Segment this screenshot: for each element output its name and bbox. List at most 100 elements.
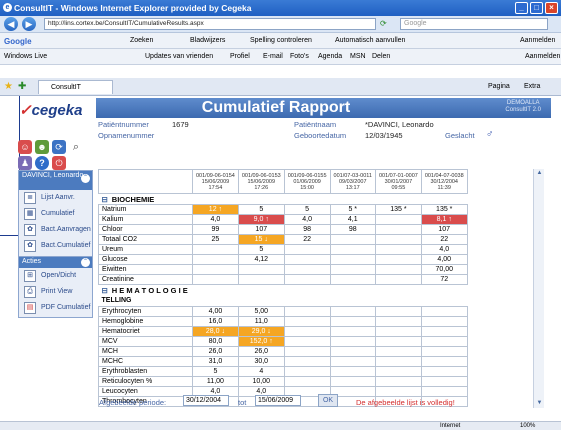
column-header[interactable]: 001/04-07-0038 30/12/2004 11:39 bbox=[420, 169, 468, 194]
user-settings-icon[interactable]: ♟ bbox=[18, 156, 32, 170]
result-cell[interactable] bbox=[420, 376, 468, 387]
result-cell[interactable] bbox=[237, 274, 285, 285]
result-cell[interactable] bbox=[329, 244, 376, 255]
result-cell[interactable] bbox=[374, 224, 422, 235]
result-cell[interactable] bbox=[192, 274, 239, 285]
nav-lijst-aanvr[interactable]: ≣ Lijst Aanvr. bbox=[19, 190, 92, 206]
result-cell[interactable]: 80,0 bbox=[192, 336, 239, 347]
google-bladwijzers[interactable]: Bladwijzers bbox=[190, 37, 225, 44]
result-cell[interactable] bbox=[374, 366, 422, 377]
result-cell[interactable] bbox=[329, 316, 376, 327]
result-cell[interactable] bbox=[374, 306, 422, 317]
result-cell[interactable]: 10,00 bbox=[237, 376, 285, 387]
result-cell[interactable]: 25 bbox=[192, 234, 239, 245]
favorites-star-icon[interactable]: ★ bbox=[4, 81, 13, 92]
result-cell[interactable]: 4,00 bbox=[420, 254, 468, 265]
maximize-button[interactable]: □ bbox=[530, 2, 543, 14]
result-cell[interactable]: 11,00 bbox=[192, 376, 239, 387]
result-cell[interactable] bbox=[283, 356, 331, 367]
scroll-up-icon[interactable]: ▲ bbox=[535, 169, 544, 178]
google-zoeken[interactable]: Zoeken bbox=[130, 37, 153, 44]
result-cell[interactable] bbox=[283, 326, 331, 337]
result-cell[interactable] bbox=[192, 264, 239, 275]
result-cell[interactable] bbox=[329, 356, 376, 367]
result-cell[interactable] bbox=[329, 326, 376, 337]
result-cell[interactable] bbox=[283, 306, 331, 317]
result-cell[interactable] bbox=[374, 326, 422, 337]
result-cell[interactable] bbox=[283, 346, 331, 357]
result-cell[interactable]: 72 bbox=[420, 274, 468, 285]
live-email[interactable]: E-mail bbox=[263, 53, 283, 60]
live-agenda[interactable]: Agenda bbox=[318, 53, 342, 60]
result-cell[interactable]: 22 bbox=[283, 234, 331, 245]
result-cell[interactable] bbox=[374, 244, 422, 255]
exit-icon[interactable]: ⏻ bbox=[52, 156, 66, 170]
result-cell[interactable]: 4 bbox=[237, 366, 285, 377]
magnifier-icon[interactable]: ⌕ bbox=[69, 140, 83, 154]
result-cell[interactable] bbox=[283, 366, 331, 377]
result-cell[interactable] bbox=[192, 244, 239, 255]
result-cell[interactable] bbox=[374, 316, 422, 327]
refresh-icon[interactable]: ⟳ bbox=[380, 19, 387, 28]
tab-consultit[interactable]: ConsultIT bbox=[38, 80, 113, 94]
back-button[interactable]: ◀ bbox=[4, 17, 18, 31]
result-cell[interactable]: 99 bbox=[192, 224, 239, 235]
result-cell[interactable]: 12 ↑ bbox=[192, 204, 239, 215]
column-header[interactable]: 001/07-03-0011 09/03/2007 13:17 bbox=[329, 169, 376, 194]
result-cell[interactable]: 4,1 bbox=[329, 214, 376, 225]
live-fotos[interactable]: Foto's bbox=[290, 53, 309, 60]
refresh-results-icon[interactable]: ⟳ bbox=[52, 140, 66, 154]
live-profiel[interactable]: Profiel bbox=[230, 53, 250, 60]
search-input[interactable]: Google bbox=[400, 18, 548, 30]
period-to-input[interactable]: 15/06/2009 bbox=[255, 395, 301, 406]
result-cell[interactable]: 28,0 ↓ bbox=[192, 326, 239, 337]
result-cell[interactable]: 5,00 bbox=[237, 306, 285, 317]
result-cell[interactable]: 26,0 bbox=[192, 346, 239, 357]
result-cell[interactable] bbox=[374, 274, 422, 285]
result-cell[interactable] bbox=[283, 274, 331, 285]
result-cell[interactable] bbox=[329, 234, 376, 245]
section-title[interactable]: ⊟ H E M A T O L O G I E bbox=[98, 284, 468, 296]
url-input[interactable]: http://lins.cortex.be/ConsultIT/Cumulati… bbox=[44, 18, 376, 30]
result-cell[interactable]: 135 * bbox=[374, 204, 422, 215]
result-cell[interactable] bbox=[329, 274, 376, 285]
collapse-section-icon[interactable]: ⊟ bbox=[102, 195, 108, 204]
result-cell[interactable]: 15 ↓ bbox=[237, 234, 285, 245]
result-cell[interactable] bbox=[329, 306, 376, 317]
result-cell[interactable] bbox=[420, 336, 468, 347]
result-cell[interactable] bbox=[374, 234, 422, 245]
action-print-view[interactable]: ⎙ Print View bbox=[19, 284, 92, 300]
collapse-toggle-icon[interactable]: ⌃ bbox=[81, 174, 90, 183]
action-open-dicht[interactable]: ⊞ Open/Dicht bbox=[19, 268, 92, 284]
result-cell[interactable] bbox=[329, 254, 376, 265]
result-cell[interactable]: 5 bbox=[237, 204, 285, 215]
result-cell[interactable]: 29,0 ↓ bbox=[237, 326, 285, 337]
result-cell[interactable] bbox=[420, 356, 468, 367]
result-cell[interactable] bbox=[329, 346, 376, 357]
result-cell[interactable] bbox=[374, 376, 422, 387]
column-header[interactable]: 001/07-01-0007 30/01/2007 09:55 bbox=[374, 169, 422, 194]
result-cell[interactable] bbox=[237, 264, 285, 275]
result-cell[interactable] bbox=[374, 254, 422, 265]
result-cell[interactable]: 5 bbox=[192, 366, 239, 377]
result-cell[interactable] bbox=[374, 336, 422, 347]
result-cell[interactable] bbox=[420, 306, 468, 317]
result-cell[interactable] bbox=[329, 264, 376, 275]
forward-button[interactable]: ▶ bbox=[22, 17, 36, 31]
column-header[interactable]: 001/09-06-0155 01/06/2009 15:00 bbox=[283, 169, 331, 194]
result-cell[interactable] bbox=[283, 376, 331, 387]
result-cell[interactable]: 4,12 bbox=[237, 254, 285, 265]
result-cell[interactable]: 4,0 bbox=[420, 244, 468, 255]
result-cell[interactable] bbox=[283, 316, 331, 327]
column-header[interactable]: 001/09-06-0153 15/06/2009 17:26 bbox=[237, 169, 285, 194]
result-cell[interactable] bbox=[374, 356, 422, 367]
vertical-scrollbar[interactable]: ▲ ▼ bbox=[533, 169, 544, 408]
result-cell[interactable]: 4,0 bbox=[283, 214, 331, 225]
page-menu[interactable]: Pagina bbox=[488, 83, 510, 90]
nav-bact-cumulatief[interactable]: ✿ Bact.Cumulatief bbox=[19, 238, 92, 254]
result-cell[interactable] bbox=[329, 336, 376, 347]
collapse-toggle-icon[interactable]: ⌃ bbox=[81, 258, 90, 267]
group-icon[interactable]: ☻ bbox=[35, 140, 49, 154]
nav-cumulatief[interactable]: ▦ Cumulatief bbox=[19, 206, 92, 222]
result-cell[interactable]: 16,0 bbox=[192, 316, 239, 327]
